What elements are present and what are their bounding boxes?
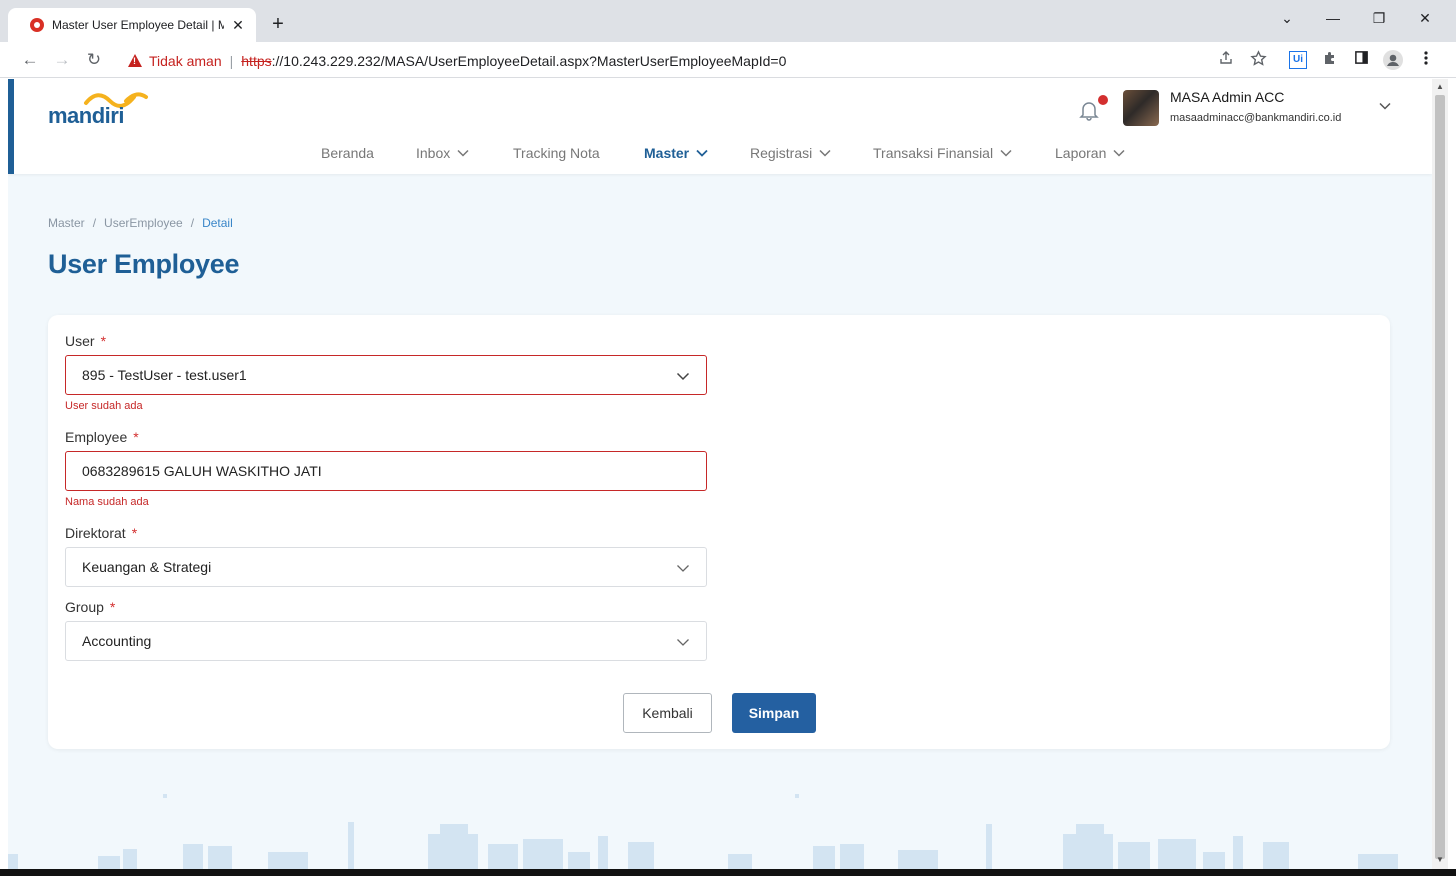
kembali-button[interactable]: Kembali (623, 693, 712, 733)
direktorat-select-value: Keuangan & Strategi (82, 559, 212, 575)
url-text: ://10.243.229.232/MASA/UserEmployeeDetai… (271, 52, 787, 69)
user-select[interactable]: 895 - TestUser - test.user1 (65, 355, 707, 395)
restore-button[interactable]: ❐ (1367, 10, 1391, 27)
nav-item-beranda[interactable]: Beranda (321, 145, 374, 161)
mandiri-logo[interactable]: mandiri (48, 89, 168, 133)
nav-item-transaksi-finansial[interactable]: Transaksi Finansial (873, 145, 1013, 161)
ui-extension-icon[interactable]: Ui (1289, 51, 1307, 69)
user-label: User * (65, 333, 107, 349)
group-label: Group * (65, 599, 116, 615)
chevron-down-icon (1113, 149, 1125, 157)
nav-item-label: Laporan (1055, 145, 1107, 161)
employee-field-value: 0683289615 GALUH WASKITHO JATI (82, 463, 322, 479)
nav-item-laporan[interactable]: Laporan (1055, 145, 1126, 161)
breadcrumb-master[interactable]: Master (48, 216, 85, 230)
bookmark-star-icon[interactable] (1248, 50, 1268, 70)
side-panel-icon[interactable] (1351, 50, 1371, 70)
breadcrumb-useremployee[interactable]: UserEmployee (104, 216, 183, 230)
security-status[interactable]: Tidak aman (149, 53, 222, 69)
minimize-button[interactable]: — (1321, 10, 1345, 26)
required-mark: * (100, 333, 107, 349)
breadcrumb-separator: / (190, 216, 195, 230)
notification-dot (1098, 95, 1108, 105)
user-menu-chevron-down-icon[interactable] (1378, 99, 1392, 113)
chevron-down-icon (457, 149, 469, 157)
close-tab-icon[interactable]: ✕ (230, 17, 246, 34)
os-taskbar (0, 869, 1456, 876)
breadcrumb: Master / UserEmployee / Detail (48, 216, 233, 230)
nav-item-label: Tracking Nota (513, 145, 600, 161)
direktorat-select[interactable]: Keuangan & Strategi (65, 547, 707, 587)
nav-item-master[interactable]: Master (644, 145, 709, 161)
favicon-icon (30, 18, 44, 32)
app-header: mandiri MASA Admin ACC masaadminacc@bank… (8, 79, 1432, 174)
page-scrollbar[interactable]: ▲ ▼ (1432, 79, 1448, 869)
direktorat-label: Direktorat * (65, 525, 138, 541)
browser-toolbar: ← → ↻ Tidak aman | https ://10.243.229.2… (0, 42, 1456, 78)
new-tab-button[interactable]: + (268, 12, 288, 36)
extensions-puzzle-icon[interactable] (1320, 50, 1340, 70)
city-skyline-decoration (8, 794, 1398, 876)
simpan-button[interactable]: Simpan (732, 693, 816, 733)
user-name: MASA Admin ACC (1170, 89, 1285, 105)
close-window-button[interactable]: ✕ (1413, 10, 1437, 27)
scrollbar-thumb[interactable] (1435, 95, 1445, 859)
notification-bell-icon[interactable] (1078, 99, 1100, 121)
nav-item-label: Registrasi (750, 145, 813, 161)
reload-button[interactable]: ↻ (83, 49, 105, 71)
user-error-message: User sudah ada (65, 400, 143, 412)
chevron-down-icon (696, 149, 708, 157)
main-navigation: Beranda Inbox Tracking Nota Master Regis… (14, 145, 1432, 169)
back-button[interactable]: ← (19, 49, 41, 71)
group-select-value: Accounting (82, 633, 152, 649)
address-bar[interactable]: Tidak aman | https ://10.243.229.232/MAS… (116, 47, 1280, 74)
address-separator: | (229, 52, 234, 69)
share-icon[interactable] (1216, 50, 1236, 70)
browser-tabstrip: Master User Employee Detail | M ✕ + ⌄ — … (0, 0, 1456, 42)
nav-item-inbox[interactable]: Inbox (416, 145, 470, 161)
chevron-down-icon (819, 149, 831, 157)
nav-item-label: Beranda (321, 145, 374, 161)
scroll-down-arrow-icon[interactable]: ▼ (1436, 855, 1444, 864)
nav-item-label: Transaksi Finansial (873, 145, 994, 161)
app-viewport: mandiri MASA Admin ACC masaadminacc@bank… (8, 79, 1432, 876)
browser-menu-icon[interactable] (1416, 50, 1436, 70)
chevron-down-icon (676, 372, 690, 381)
breadcrumb-detail: Detail (202, 216, 233, 230)
chevron-down-icon (1000, 149, 1012, 157)
employee-field[interactable]: 0683289615 GALUH WASKITHO JATI (65, 451, 707, 491)
form-card: User * 895 - TestUser - test.user1 User s… (48, 315, 1390, 749)
avatar[interactable] (1123, 90, 1159, 126)
required-mark: * (109, 599, 116, 615)
chevron-down-icon (677, 639, 689, 646)
employee-label: Employee * (65, 429, 139, 445)
nav-item-tracking-nota[interactable]: Tracking Nota (513, 145, 600, 161)
nav-item-registrasi[interactable]: Registrasi (750, 145, 832, 161)
profile-icon[interactable] (1383, 50, 1403, 70)
group-select[interactable]: Accounting (65, 621, 707, 661)
logo-text: mandiri (48, 103, 124, 128)
tab-search-icon[interactable]: ⌄ (1275, 10, 1299, 27)
required-mark: * (131, 525, 138, 541)
user-select-value: 895 - TestUser - test.user1 (82, 367, 247, 383)
scroll-up-arrow-icon[interactable]: ▲ (1436, 82, 1444, 91)
page-title: User Employee (48, 249, 240, 279)
warning-icon (128, 54, 142, 67)
nav-item-label: Inbox (416, 145, 451, 161)
chevron-down-icon (677, 565, 689, 572)
url-scheme: https (241, 52, 272, 69)
employee-error-message: Nama sudah ada (65, 496, 149, 508)
tab-title: Master User Employee Detail | M (52, 18, 224, 32)
breadcrumb-separator: / (92, 216, 97, 230)
browser-tab[interactable]: Master User Employee Detail | M ✕ (8, 8, 256, 42)
user-email: masaadminacc@bankmandiri.co.id (1170, 112, 1342, 124)
forward-button[interactable]: → (51, 49, 73, 71)
required-mark: * (133, 429, 139, 445)
nav-item-label: Master (644, 145, 690, 161)
